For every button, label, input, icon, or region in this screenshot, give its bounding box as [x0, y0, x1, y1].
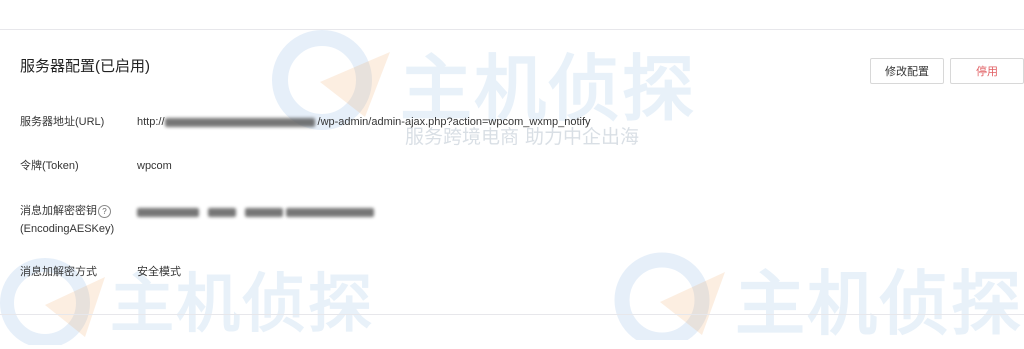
aeskey-label: 消息加解密密钥? (EncodingAESKey) — [20, 202, 114, 238]
aeskey-value — [137, 203, 377, 221]
top-divider — [0, 29, 1024, 30]
url-suffix: /wp-admin/admin-ajax.php?action=wpcom_wx… — [317, 116, 591, 128]
edit-config-button[interactable]: 修改配置 — [870, 58, 944, 84]
redacted-domain — [164, 117, 315, 127]
watermark-bottom-right: 主机侦探 — [600, 240, 1024, 345]
aeskey-label-line2: (EncodingAESKey) — [20, 223, 115, 235]
watermark-top: 主机侦探 服务跨境电商 助力中企出海 — [260, 22, 720, 152]
mode-value: 安全模式 — [137, 266, 181, 278]
watermark-bottom-left: 主机侦探 — [0, 245, 410, 345]
redacted-key-part — [286, 207, 374, 217]
url-value: http:// /wp-admin/admin-ajax.php?action=w… — [137, 113, 591, 131]
aeskey-label-line1: 消息加解密密钥 — [20, 205, 97, 217]
section-title: 服务器配置(已启用) — [20, 58, 150, 75]
watermark-logo-icon — [614, 252, 725, 340]
bottom-divider — [0, 314, 1024, 315]
help-icon[interactable]: ? — [98, 204, 111, 218]
watermark-text: 主机侦探 — [735, 263, 1023, 345]
token-value: wpcom — [137, 160, 172, 172]
mode-label: 消息加解密方式 — [20, 266, 97, 278]
url-label: 服务器地址(URL) — [20, 116, 105, 128]
disable-button[interactable]: 停用 — [950, 58, 1024, 84]
token-label: 令牌(Token) — [20, 160, 79, 172]
watermark-logo-icon — [0, 258, 105, 345]
redacted-key-part — [208, 207, 236, 217]
redacted-key-part — [245, 207, 283, 217]
redacted-key-part — [137, 207, 199, 217]
url-prefix: http:// — [137, 116, 165, 128]
